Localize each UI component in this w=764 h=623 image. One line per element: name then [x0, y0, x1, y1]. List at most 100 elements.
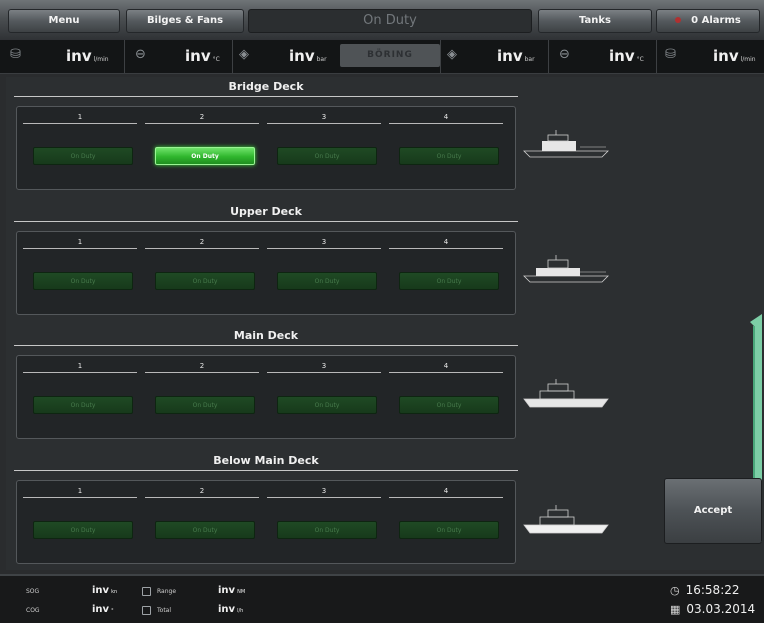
deck-title: Below Main Deck — [213, 454, 319, 467]
zone: 2 On Duty — [143, 481, 261, 565]
ship-bridge-deck-icon — [523, 130, 609, 158]
divider — [267, 248, 381, 249]
sensor-item-4: ◈ inv bar — [440, 40, 549, 73]
range-unit: NM — [237, 589, 246, 595]
sensor-value: inv — [713, 47, 739, 65]
zone-on-duty-button[interactable]: On Duty — [277, 521, 377, 539]
tank-icon: ⛁ — [10, 47, 21, 62]
sog-unit: kn — [111, 589, 118, 595]
zone: 3 On Duty — [265, 232, 383, 316]
top-navigation-bar: Menu Bilges & Fans On Duty Tanks 0 Alarm… — [0, 0, 764, 40]
divider — [23, 497, 137, 498]
zone-on-duty-button[interactable]: On Duty — [155, 272, 255, 290]
sensor-unit: l/min — [93, 56, 109, 63]
divider — [14, 221, 518, 222]
sensor-value: inv — [66, 47, 92, 65]
time-value: 16:58:22 — [685, 583, 740, 597]
zone: 3 On Duty — [265, 107, 383, 191]
zone-on-duty-button[interactable]: On Duty — [399, 396, 499, 414]
sensor-item-3: ◈ inv bar — [232, 40, 341, 73]
zone-number: 3 — [321, 487, 327, 495]
divider — [267, 497, 381, 498]
sensor-item-6: ⛁ inv l/min — [656, 40, 764, 73]
zone-number: 1 — [77, 487, 83, 495]
cog-value: inv — [92, 604, 110, 615]
zone-on-duty-button[interactable]: On Duty — [277, 147, 377, 165]
zone-number: 2 — [199, 113, 205, 121]
zone-number: 3 — [321, 362, 327, 370]
ship-main-deck-icon — [523, 379, 609, 408]
deck-title: Main Deck — [233, 329, 299, 342]
ship-upper-deck-icon — [523, 255, 609, 283]
zone-on-duty-button[interactable]: On Duty — [399, 272, 499, 290]
range-value: inv — [218, 585, 236, 596]
zone: 2 On Duty — [143, 232, 261, 316]
zone-on-duty-button[interactable]: On Duty — [33, 147, 133, 165]
zone-panel: 1 On Duty 2 On Duty 3 On Duty 4 On Duty — [16, 355, 516, 439]
zone-panel: 1 On Duty 2 On Duty 3 On Duty 4 On Duty — [16, 231, 516, 315]
sensor-unit: l/min — [740, 56, 756, 63]
sensor-unit: bar — [316, 56, 327, 63]
zone: 1 On Duty — [21, 356, 139, 440]
divider — [267, 123, 381, 124]
zone-on-duty-button[interactable]: On Duty — [33, 396, 133, 414]
menu-button[interactable]: Menu — [8, 9, 120, 33]
zone-on-duty-button[interactable]: On Duty — [33, 272, 133, 290]
divider — [389, 372, 503, 373]
zone-on-duty-button[interactable]: On Duty — [277, 396, 377, 414]
zone-on-duty-button[interactable]: On Duty — [277, 272, 377, 290]
divider — [389, 248, 503, 249]
zone: 4 On Duty — [387, 481, 505, 565]
ship-below-main-deck-icon — [523, 505, 609, 534]
sensor-item-2: ⊖ inv °C — [124, 40, 233, 73]
sensor-item-1: ⛁ inv l/min — [0, 40, 124, 73]
zone-on-duty-button[interactable]: On Duty — [399, 521, 499, 539]
divider — [145, 123, 259, 124]
sensor-unit: °C — [212, 56, 220, 63]
divider — [145, 248, 259, 249]
zone-number: 4 — [443, 238, 449, 246]
zone-number: 3 — [321, 113, 327, 121]
divider — [14, 345, 518, 346]
clock-icon: ◷ — [670, 584, 680, 597]
mode-tab[interactable]: BÖRING — [340, 44, 440, 67]
divider — [389, 123, 503, 124]
zone-number: 4 — [443, 113, 449, 121]
zone-on-duty-button[interactable]: On Duty — [155, 396, 255, 414]
zone-on-duty-button[interactable]: On Duty — [33, 521, 133, 539]
zone: 4 On Duty — [387, 356, 505, 440]
alarm-indicator-icon — [675, 17, 682, 23]
zone: 4 On Duty — [387, 107, 505, 191]
sog-value: inv — [92, 585, 110, 596]
zone-number: 1 — [77, 238, 83, 246]
zone-on-duty-button[interactable]: On Duty — [399, 147, 499, 165]
total-value: inv — [218, 604, 236, 615]
fuel-icon — [142, 606, 151, 615]
range-icon — [142, 587, 151, 596]
cog-label: COG — [26, 607, 40, 614]
clock: ◷ 16:58:22 — [670, 583, 740, 597]
zone-number: 2 — [199, 487, 205, 495]
zone-on-duty-button[interactable]: On Duty — [155, 521, 255, 539]
divider — [14, 470, 518, 471]
divider — [23, 248, 137, 249]
sog-label: SOG — [26, 588, 40, 595]
zone: 3 On Duty — [265, 481, 383, 565]
pressure-icon: ◈ — [239, 47, 249, 62]
sensor-value: inv — [185, 47, 211, 65]
sensor-item-5: ⊖ inv °C — [548, 40, 657, 73]
zone-on-duty-button[interactable]: On Duty — [155, 147, 255, 165]
zone-panel: 1 On Duty 2 On Duty 3 On Duty 4 On Duty — [16, 106, 516, 190]
sensor-unit: bar — [524, 56, 535, 63]
date: ▦ 03.03.2014 — [670, 602, 755, 616]
alarms-button[interactable]: 0 Alarms — [656, 9, 760, 33]
tanks-button[interactable]: Tanks — [538, 9, 652, 33]
divider — [267, 372, 381, 373]
bilges-fans-button[interactable]: Bilges & Fans — [126, 9, 244, 33]
total-label: Total — [157, 607, 172, 614]
sensor-unit: °C — [636, 56, 644, 63]
divider — [389, 497, 503, 498]
calendar-icon: ▦ — [670, 603, 681, 616]
accept-button[interactable]: Accept — [664, 478, 762, 544]
sensor-value: inv — [609, 47, 635, 65]
